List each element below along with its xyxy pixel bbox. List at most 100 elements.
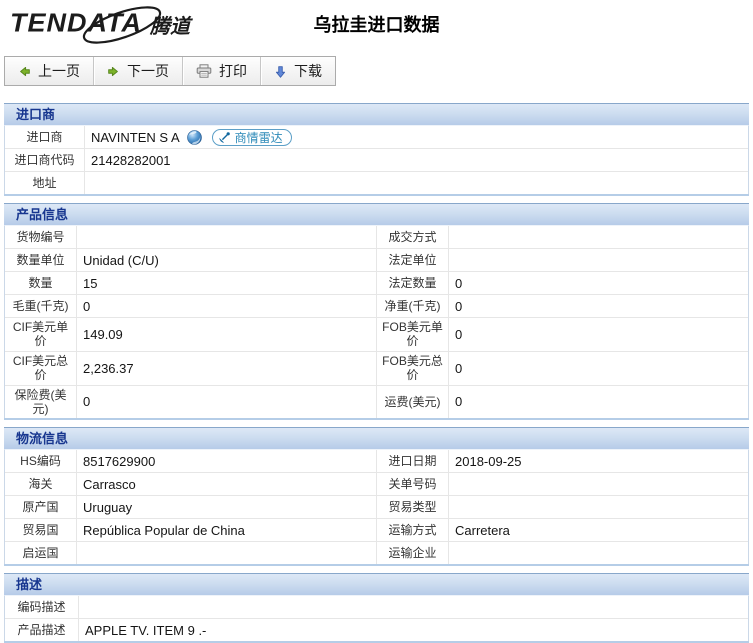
row-value [449,226,748,248]
row-value: APPLE TV. ITEM 9 .- [79,619,748,641]
toolbar-button-2[interactable]: 下一页 [94,57,183,85]
row-value [449,473,748,495]
table-row: 毛重(千克)0净重(千克)0 [5,294,748,317]
row-value: 2,236.37 [77,352,377,385]
row-label: 毛重(千克) [5,295,77,317]
row-label: 原产国 [5,496,77,518]
row-value: Carrasco [77,473,377,495]
row-label: 编码描述 [5,596,79,618]
row-label: 净重(千克) [377,295,449,317]
radar-button[interactable]: 商情雷达 [212,129,292,146]
section-header: 物流信息 [4,427,749,449]
row-value [79,596,748,618]
row-value: Unidad (C/U) [77,249,377,271]
section-table: 货物编号成交方式数量单位Unidad (C/U)法定单位数量15法定数量0毛重(… [4,225,749,418]
row-label: 贸易国 [5,519,77,541]
logo-text: TENDATA [10,9,142,39]
row-value: 0 [449,272,748,294]
row-value [449,496,748,518]
row-label: FOB美元单价 [377,318,449,351]
table-row: HS编码8517629900进口日期2018-09-25 [5,450,748,472]
section-table: 编码描述产品描述APPLE TV. ITEM 9 .- [4,595,749,641]
table-row: 货物编号成交方式 [5,226,748,248]
section-header: 产品信息 [4,203,749,225]
toolbar-button-3[interactable]: 打印 [183,57,261,85]
row-value: 0 [449,352,748,385]
section-description: 描述编码描述产品描述APPLE TV. ITEM 9 .- [4,573,749,643]
printer-icon [196,64,212,78]
row-value: 0 [449,318,748,351]
arrow-right-icon [107,65,120,78]
arrow-down-icon [274,65,287,78]
row-label: 进口商代码 [5,149,85,171]
table-row: 进口商代码 21428282001 [5,148,748,171]
row-label: 数量单位 [5,249,77,271]
row-value [77,542,377,564]
toolbar-button-4[interactable]: 下载 [261,57,335,85]
arrow-left-icon [18,65,31,78]
table-row: 进口商 NAVINTEN S A 商情雷达 [5,126,748,148]
content: 进口商进口商NAVINTEN S A商情雷达进口商代码21428282001地址… [4,103,749,643]
row-value: 21428282001 [85,149,748,171]
row-value [77,226,377,248]
table-row: 产品描述APPLE TV. ITEM 9 .- [5,618,748,641]
table-row: 保险费(美元)0运费(美元)0 [5,385,748,419]
row-label: 地址 [5,172,85,194]
row-value: NAVINTEN S A 商情雷达 [85,126,748,148]
table-row: CIF美元单价149.09FOB美元单价0 [5,317,748,351]
section-header: 进口商 [4,103,749,125]
page-header: TENDATA 腾道 乌拉圭进口数据 [0,0,753,56]
toolbar-button-label: 下载 [294,61,322,81]
table-row: 数量15法定数量0 [5,271,748,294]
row-label: 保险费(美元) [5,386,77,419]
section-logistics-info: 物流信息 HS编码8517629900进口日期2018-09-25海关Carras… [4,427,749,566]
row-label: CIF美元单价 [5,318,77,351]
row-label: 运输方式 [377,519,449,541]
section-header: 描述 [4,573,749,595]
row-value [85,172,748,194]
row-value-text: APPLE TV. ITEM 9 .- [85,623,206,638]
row-value: 0 [77,386,377,419]
toolbar-button-1[interactable]: 上一页 [5,57,94,85]
toolbar-button-label: 上一页 [38,61,80,81]
row-value-text: NAVINTEN S A [91,130,180,145]
row-value: 0 [449,386,748,419]
section-title: 物流信息 [16,431,68,446]
row-value: 8517629900 [77,450,377,472]
row-value: 0 [77,295,377,317]
table-row: 贸易国República Popular de China运输方式Carrete… [5,518,748,541]
row-label: 法定单位 [377,249,449,271]
globe-icon[interactable] [187,130,202,145]
logo-cn-text: 腾道 [150,10,190,39]
radar-icon [218,131,231,144]
row-label: 数量 [5,272,77,294]
table-row: 地址 [5,171,748,194]
section-title: 描述 [16,577,42,592]
row-label: 关单号码 [377,473,449,495]
row-value: República Popular de China [77,519,377,541]
row-label: 贸易类型 [377,496,449,518]
tendata-logo: TENDATA 腾道 [10,8,190,39]
toolbar-button-label: 下一页 [127,61,169,81]
row-label: 货物编号 [5,226,77,248]
section-title: 产品信息 [16,207,68,222]
section-product-info: 产品信息货物编号成交方式数量单位Unidad (C/U)法定单位数量15法定数量… [4,203,749,420]
section-title: 进口商 [16,107,55,122]
section-table: HS编码8517629900进口日期2018-09-25海关Carrasco关单… [4,449,749,564]
row-value-text: 21428282001 [91,153,171,168]
row-label: 海关 [5,473,77,495]
section-table: 进口商 NAVINTEN S A 商情雷达进口商代码 21428282001 地址 [4,125,749,194]
row-value: Uruguay [77,496,377,518]
row-label: 启运国 [5,542,77,564]
row-value [449,249,748,271]
row-value: 15 [77,272,377,294]
row-label: 运输企业 [377,542,449,564]
toolbar: 上一页 下一页打印 下载 [4,56,336,86]
radar-button-label: 商情雷达 [235,129,283,146]
row-value [449,542,748,564]
row-label: 法定数量 [377,272,449,294]
row-value: 0 [449,295,748,317]
row-label: 进口商 [5,126,85,148]
table-row: CIF美元总价2,236.37FOB美元总价0 [5,351,748,385]
table-row: 数量单位Unidad (C/U)法定单位 [5,248,748,271]
